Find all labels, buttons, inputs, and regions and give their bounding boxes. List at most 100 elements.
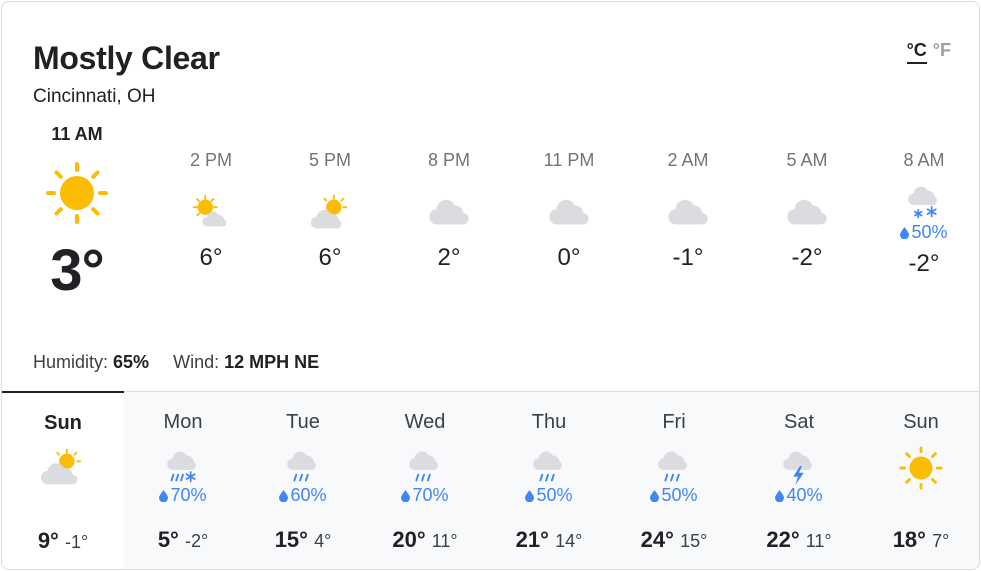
day-low: -2° bbox=[184, 531, 209, 551]
hour-temperature: 0° bbox=[557, 244, 581, 271]
day-low: 11° bbox=[431, 531, 458, 551]
day-high: 22° bbox=[766, 527, 800, 552]
day-name: Sat bbox=[783, 411, 815, 433]
day-low: 4° bbox=[314, 531, 332, 551]
hourly-forecast: 2 PM 6° 5 PM 6° 8 PM 2° 11 PM 0° 2 AM -1… bbox=[151, 150, 979, 310]
day-name: Mon bbox=[163, 411, 203, 433]
condition-title: Mostly Clear bbox=[33, 40, 220, 76]
day-low: 11° bbox=[805, 531, 832, 551]
day-name: Wed bbox=[404, 411, 446, 433]
daily-item[interactable]: Tue 60% 15° 4° bbox=[242, 392, 364, 569]
sun-icon bbox=[898, 445, 944, 491]
hour-time: 8 PM bbox=[427, 150, 470, 170]
day-precipitation: 70% bbox=[122, 485, 244, 507]
hour-precipitation: 50% bbox=[864, 222, 979, 244]
precip-value: 60% bbox=[290, 485, 327, 505]
weather-details: Humidity: 65% Wind: 12 MPH NE bbox=[33, 352, 319, 373]
hourly-item[interactable]: 5 PM 6° bbox=[270, 150, 390, 272]
day-precipitation: 50% bbox=[488, 485, 610, 507]
hour-time: 2 AM bbox=[667, 150, 709, 170]
wind-value: 12 MPH NE bbox=[224, 352, 320, 372]
raindrop-icon bbox=[279, 490, 289, 502]
day-precipitation: 70% bbox=[364, 485, 486, 507]
day-high: 21° bbox=[515, 527, 549, 552]
partly-cloudy-icon bbox=[188, 190, 234, 236]
day-precipitation: 50% bbox=[613, 485, 735, 507]
hour-temperature: -1° bbox=[672, 244, 704, 271]
day-temperatures: 24° 15° bbox=[613, 527, 735, 553]
raindrop-icon bbox=[650, 490, 660, 502]
weather-card: Mostly Clear Cincinnati, OH °C °F 11 AM 3… bbox=[1, 1, 980, 570]
precip-value: 50% bbox=[661, 485, 698, 505]
day-low: 15° bbox=[680, 531, 708, 551]
current-temperature: 3° bbox=[50, 238, 104, 303]
hourly-item[interactable]: 8 PM 2° bbox=[389, 150, 509, 272]
precip-value: 70% bbox=[412, 485, 449, 505]
day-low: 7° bbox=[932, 531, 950, 551]
day-name: Tue bbox=[286, 411, 320, 433]
day-low: -1° bbox=[64, 532, 89, 552]
day-high: 15° bbox=[274, 527, 308, 552]
cloud-icon bbox=[546, 190, 592, 236]
day-precipitation: 60% bbox=[242, 485, 364, 507]
day-high: 24° bbox=[640, 527, 674, 552]
cloud-icon bbox=[784, 190, 830, 236]
day-high: 20° bbox=[392, 527, 426, 552]
daily-item-selected[interactable]: Sun 9° -1° bbox=[2, 391, 124, 569]
daily-forecast: Sun 9° -1° Mon 70% 5° -2° Tue 60% 15° 4°… bbox=[2, 391, 979, 569]
hourly-item[interactable]: 11 PM 0° bbox=[509, 150, 629, 272]
daily-item[interactable]: Thu 50% 21° 14° bbox=[488, 392, 610, 569]
hour-temperature: 6° bbox=[318, 244, 342, 271]
hour-temperature: -2° bbox=[791, 244, 823, 271]
daily-item[interactable]: Sat 40% 22° 11° bbox=[738, 392, 860, 569]
daily-item[interactable]: Mon 70% 5° -2° bbox=[122, 392, 244, 569]
precip-value: 70% bbox=[170, 485, 207, 505]
current-time: 11 AM bbox=[51, 124, 103, 144]
humidity-value: 65% bbox=[113, 352, 150, 372]
partly-cloudy-icon bbox=[40, 446, 86, 492]
day-high: 18° bbox=[892, 527, 926, 552]
partly-cloudy-icon bbox=[307, 190, 353, 236]
day-temperatures: 5° -2° bbox=[122, 527, 244, 553]
daily-item[interactable]: Wed 70% 20° 11° bbox=[364, 392, 486, 569]
unit-toggle: °C °F bbox=[906, 40, 951, 64]
day-name: Sun bbox=[44, 412, 82, 434]
precip-value: 50% bbox=[536, 485, 573, 505]
hour-time: 5 AM bbox=[786, 150, 828, 170]
day-name: Thu bbox=[531, 411, 567, 433]
unit-fahrenheit-button[interactable]: °F bbox=[933, 40, 951, 60]
daily-item[interactable]: Sun 18° 7° bbox=[860, 392, 979, 569]
hour-temperature: 6° bbox=[199, 244, 223, 271]
raindrop-icon bbox=[775, 490, 785, 502]
raindrop-icon bbox=[159, 490, 169, 502]
hour-time: 11 PM bbox=[543, 150, 595, 170]
daily-item[interactable]: Fri 50% 24° 15° bbox=[613, 392, 735, 569]
hour-temperature: 2° bbox=[437, 244, 461, 271]
sun-icon bbox=[45, 161, 109, 225]
raindrop-icon bbox=[401, 490, 411, 502]
hourly-item[interactable]: 2 AM -1° bbox=[628, 150, 748, 272]
hourly-item[interactable]: 2 PM 6° bbox=[151, 150, 271, 272]
day-temperatures: 22° 11° bbox=[738, 527, 860, 553]
day-name: Sun bbox=[903, 411, 939, 433]
raindrop-icon bbox=[900, 227, 910, 239]
day-low: 14° bbox=[555, 531, 583, 551]
precip-value: 50% bbox=[911, 222, 948, 242]
day-high: 5° bbox=[157, 527, 179, 552]
location-label: Cincinnati, OH bbox=[33, 86, 156, 107]
day-temperatures: 18° 7° bbox=[860, 527, 979, 553]
current-conditions: 11 AM 3° bbox=[22, 124, 132, 304]
day-precipitation: 40% bbox=[738, 485, 860, 507]
cloud-icon bbox=[426, 190, 472, 236]
hour-time: 2 PM bbox=[189, 150, 232, 170]
hourly-item[interactable]: 5 AM -2° bbox=[747, 150, 867, 272]
day-name: Fri bbox=[662, 411, 686, 433]
hour-time: 8 AM bbox=[903, 150, 945, 170]
unit-celsius-button[interactable]: °C bbox=[906, 40, 927, 64]
cloud-icon bbox=[665, 190, 711, 236]
raindrop-icon bbox=[525, 490, 535, 502]
hourly-item[interactable]: 8 AM 50% -2° bbox=[864, 150, 979, 278]
day-temperatures: 15° 4° bbox=[242, 527, 364, 553]
day-temperatures: 20° 11° bbox=[364, 527, 486, 553]
day-temperatures: 9° -1° bbox=[2, 528, 124, 554]
